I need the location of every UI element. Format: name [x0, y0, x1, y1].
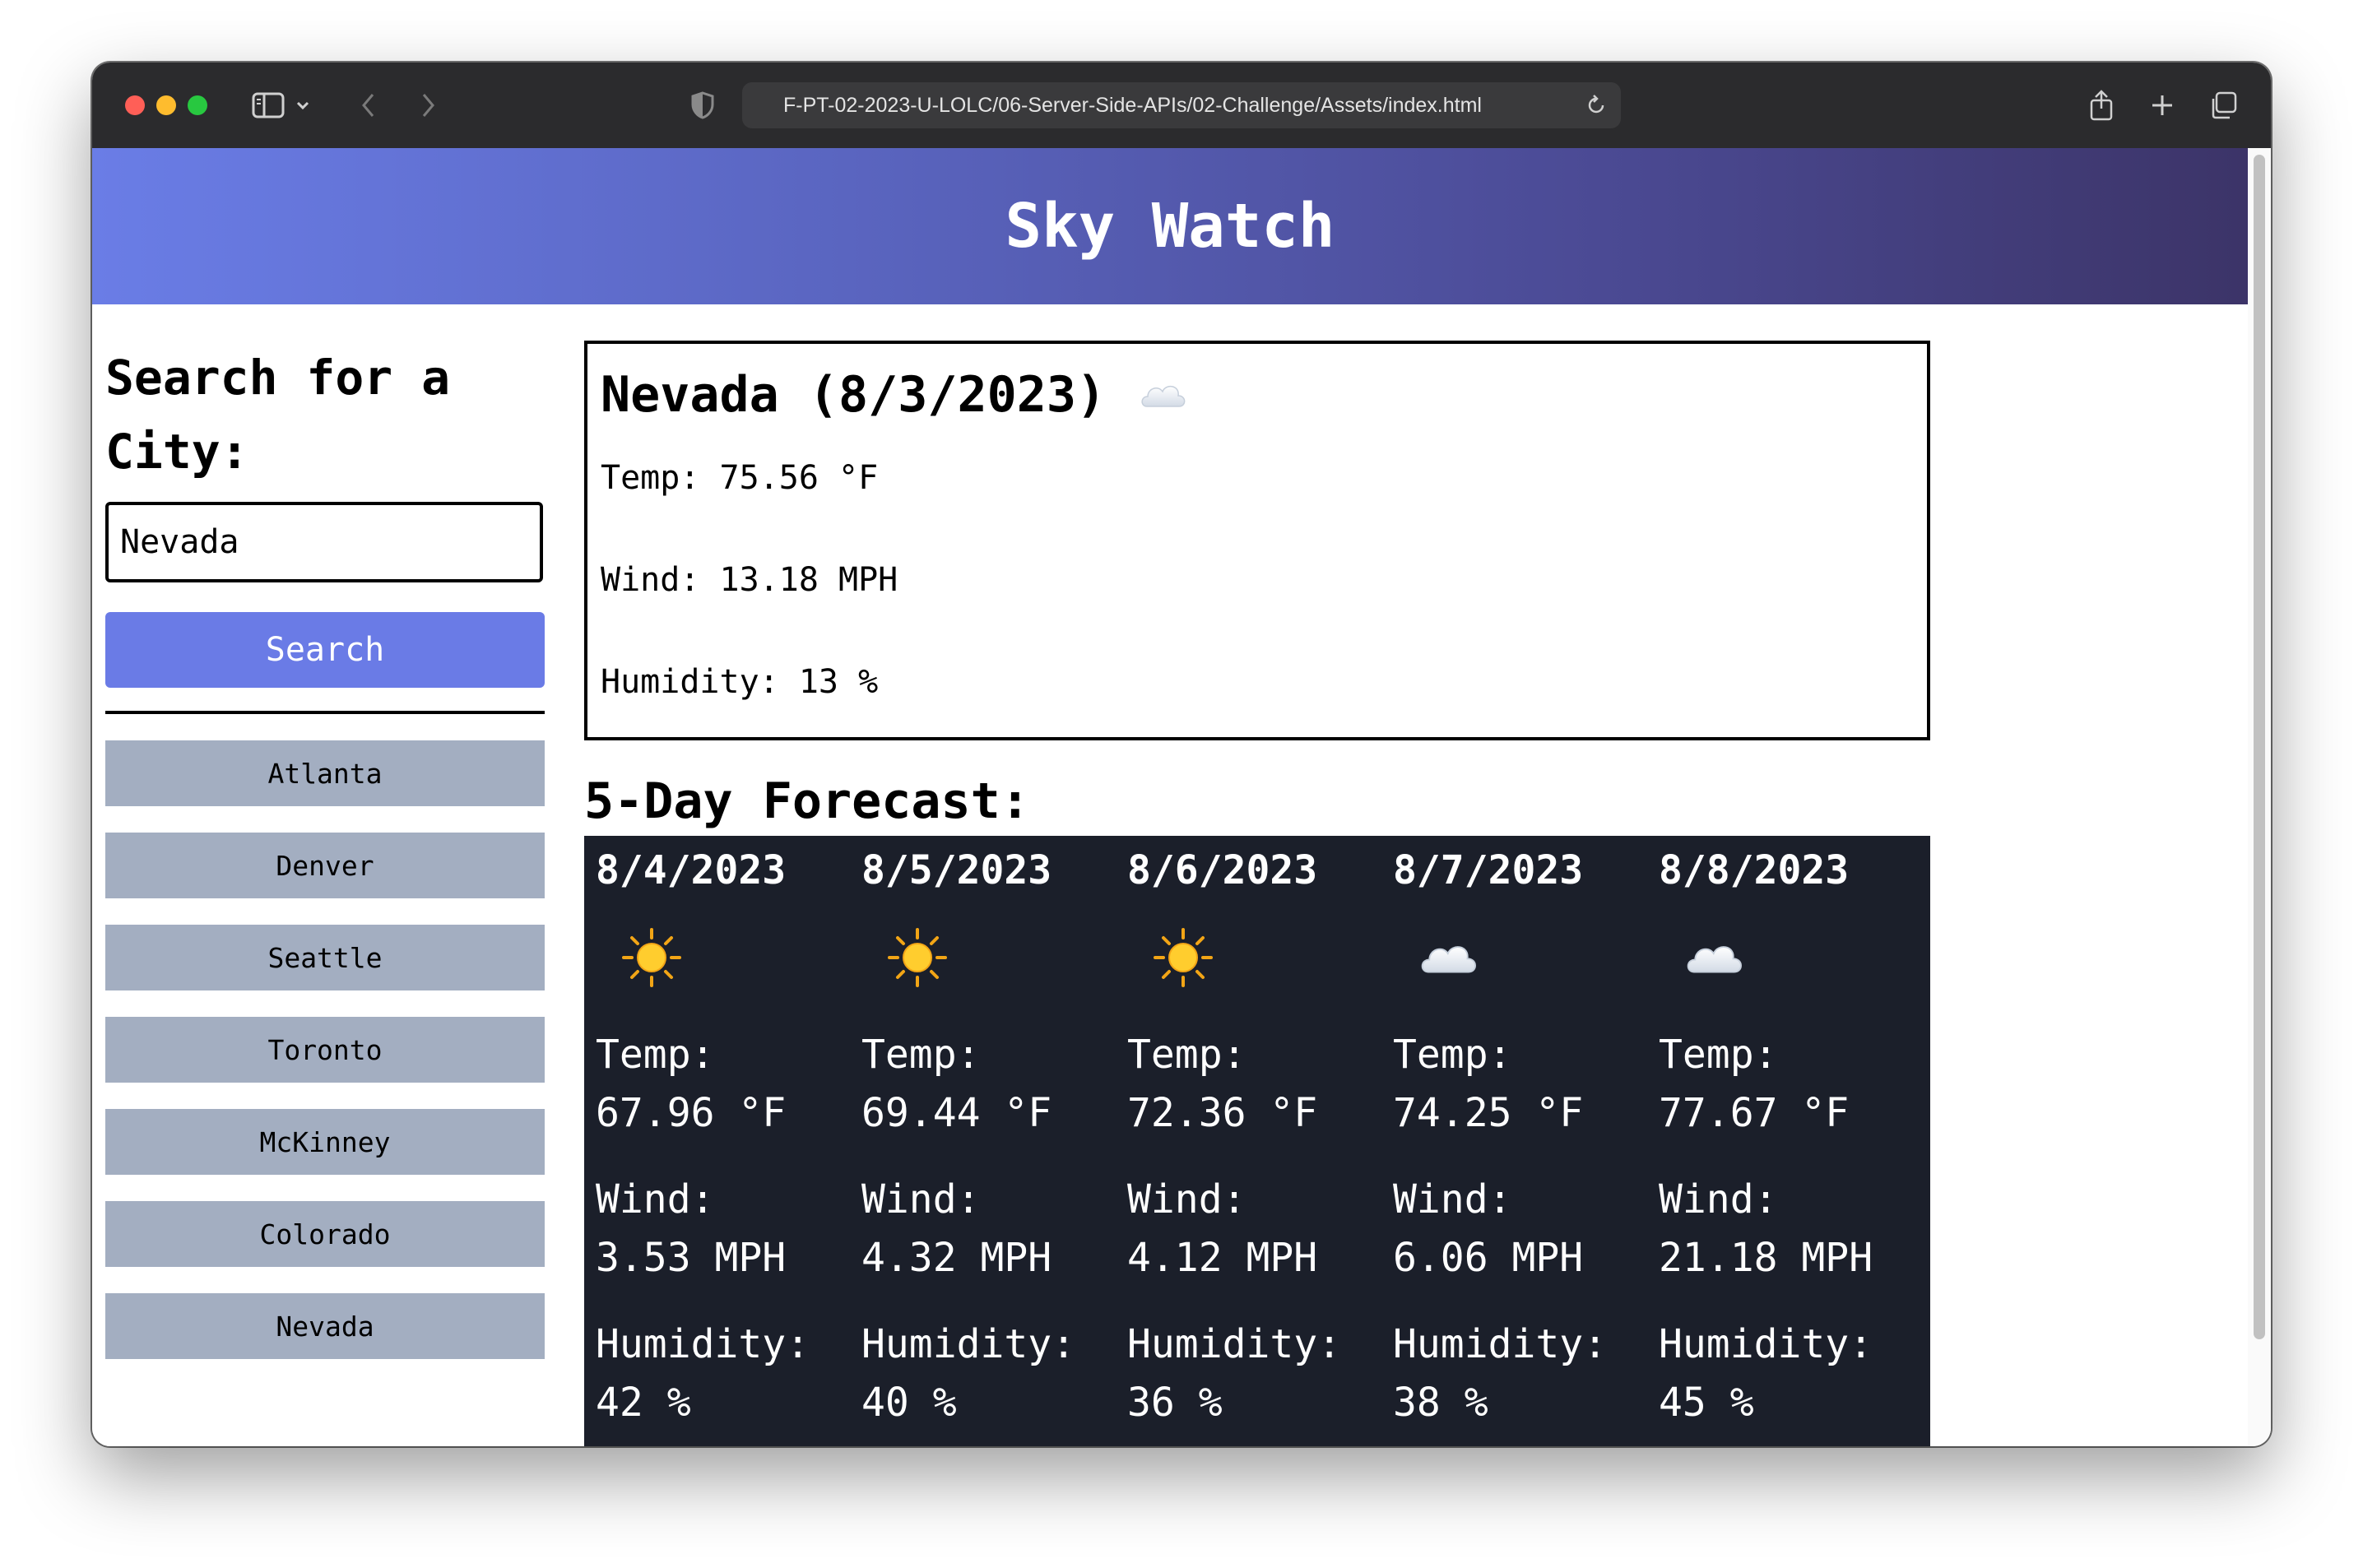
close-window-button[interactable]	[125, 95, 145, 115]
forecast-humidity-label: Humidity:	[1393, 1321, 1608, 1367]
history-button-nevada[interactable]: Nevada	[105, 1293, 545, 1359]
forecast-temp-label: Temp:	[1393, 1032, 1512, 1078]
forecast-humidity-label: Humidity:	[861, 1321, 1076, 1367]
forecast-temp: 72.36 °F	[1127, 1090, 1318, 1136]
forecast-wind: 3.53 MPH	[596, 1235, 787, 1281]
forecast-humidity: 45 %	[1659, 1380, 1754, 1426]
history-button-seattle[interactable]: Seattle	[105, 925, 545, 990]
forecast-heading: 5-Day Forecast:	[584, 772, 1030, 830]
history-button-atlanta[interactable]: Atlanta	[105, 740, 545, 806]
forecast-temp-label: Temp:	[1659, 1032, 1778, 1078]
current-weather-heading: Nevada (8/3/2023)	[601, 362, 1914, 428]
forecast-temp: 67.96 °F	[596, 1090, 787, 1136]
privacy-shield-icon[interactable]	[683, 86, 722, 125]
forecast-temp-label: Temp:	[596, 1032, 715, 1078]
forecast-temp: 69.44 °F	[861, 1090, 1052, 1136]
forecast-day: 8/5/2023 Temp: 69.44 °F Wind: 4.32 MPH H…	[850, 836, 1116, 1446]
history-button-colorado[interactable]: Colorado	[105, 1201, 545, 1267]
zoom-window-button[interactable]	[188, 95, 207, 115]
forecast-day: 8/8/2023 Temp: 77.67 °F Wind: 21.18 MPH …	[1647, 836, 1913, 1446]
cloud-icon	[1682, 925, 1748, 990]
minimize-window-button[interactable]	[156, 95, 176, 115]
forecast-temp: 77.67 °F	[1659, 1090, 1850, 1136]
share-icon[interactable]	[2082, 86, 2121, 125]
scrollbar-thumb[interactable]	[2254, 155, 2265, 1339]
forecast-wind-label: Wind:	[861, 1176, 981, 1222]
forecast-date: 8/5/2023	[861, 847, 1052, 893]
forecast-date: 8/7/2023	[1393, 847, 1584, 893]
forecast-humidity: 38 %	[1393, 1380, 1488, 1426]
forecast-wind: 21.18 MPH	[1659, 1235, 1873, 1281]
forecast-humidity-label: Humidity:	[1659, 1321, 1873, 1367]
forecast-temp-label: Temp:	[1127, 1032, 1246, 1078]
divider	[105, 711, 545, 714]
sun-icon	[619, 925, 685, 990]
sun-icon	[1150, 925, 1216, 990]
back-icon[interactable]	[349, 86, 388, 125]
url-text[interactable]: F-PT-02-2023-U-LOLC/06-Server-Side-APIs/…	[783, 94, 1482, 118]
forecast-temp: 74.25 °F	[1393, 1090, 1584, 1136]
forecast-humidity: 36 %	[1127, 1380, 1223, 1426]
site-title: Sky Watch	[1005, 191, 1335, 262]
current-weather-card: Nevada (8/3/2023) Temp: 75.56 °F Wind: 1…	[584, 341, 1930, 740]
current-city-date: Nevada (8/3/2023)	[601, 366, 1107, 424]
chevron-down-icon[interactable]	[290, 86, 316, 125]
reload-icon[interactable]	[1585, 94, 1608, 117]
page-viewport: Sky Watch Search for a City: Search Atla…	[92, 148, 2271, 1446]
sun-icon	[884, 925, 950, 990]
browser-toolbar: F-PT-02-2023-U-LOLC/06-Server-Side-APIs/…	[92, 63, 2271, 150]
browser-window: F-PT-02-2023-U-LOLC/06-Server-Side-APIs/…	[92, 63, 2271, 1446]
forecast-wind: 6.06 MPH	[1393, 1235, 1584, 1281]
site-header: Sky Watch	[92, 148, 2248, 304]
sidebar-toggle-icon[interactable]	[248, 86, 288, 125]
forecast-wind: 4.32 MPH	[861, 1235, 1052, 1281]
forecast-wind-label: Wind:	[1393, 1176, 1512, 1222]
forecast-day: 8/7/2023 Temp: 74.25 °F Wind: 6.06 MPH H…	[1381, 836, 1647, 1446]
search-button[interactable]: Search	[105, 612, 545, 688]
history-button-mckinney[interactable]: McKinney	[105, 1109, 545, 1175]
address-bar[interactable]: F-PT-02-2023-U-LOLC/06-Server-Side-APIs/…	[742, 82, 1621, 128]
current-humidity: Humidity: 13 %	[601, 663, 879, 701]
forecast-wind-label: Wind:	[1659, 1176, 1778, 1222]
forward-icon[interactable]	[408, 86, 448, 125]
history-button-denver[interactable]: Denver	[105, 833, 545, 898]
forecast-date: 8/8/2023	[1659, 847, 1850, 893]
history-button-toronto[interactable]: Toronto	[105, 1017, 545, 1083]
forecast-humidity-label: Humidity:	[596, 1321, 810, 1367]
current-temp: Temp: 75.56 °F	[601, 459, 879, 497]
cloud-icon	[1416, 925, 1482, 990]
forecast-wind-label: Wind:	[596, 1176, 715, 1222]
forecast-panel: 8/4/2023 Temp: 67.96 °F Wind: 3.53 MPH H…	[584, 836, 1930, 1446]
forecast-day: 8/6/2023 Temp: 72.36 °F Wind: 4.12 MPH H…	[1116, 836, 1381, 1446]
cloud-icon	[1137, 369, 1190, 421]
forecast-day: 8/4/2023 Temp: 67.96 °F Wind: 3.53 MPH H…	[584, 836, 850, 1446]
current-wind: Wind: 13.18 MPH	[601, 561, 898, 599]
forecast-date: 8/4/2023	[596, 847, 787, 893]
search-history: Atlanta Denver Seattle Toronto McKinney …	[105, 740, 545, 1385]
search-heading: Search for a City:	[105, 350, 451, 480]
forecast-humidity-label: Humidity:	[1127, 1321, 1342, 1367]
tab-overview-icon[interactable]	[2203, 86, 2243, 125]
forecast-humidity: 42 %	[596, 1380, 691, 1426]
forecast-wind: 4.12 MPH	[1127, 1235, 1318, 1281]
forecast-temp-label: Temp:	[861, 1032, 981, 1078]
forecast-wind-label: Wind:	[1127, 1176, 1246, 1222]
new-tab-icon[interactable]	[2142, 86, 2182, 125]
forecast-humidity: 40 %	[861, 1380, 957, 1426]
city-search-input[interactable]	[105, 502, 543, 582]
forecast-date: 8/6/2023	[1127, 847, 1318, 893]
